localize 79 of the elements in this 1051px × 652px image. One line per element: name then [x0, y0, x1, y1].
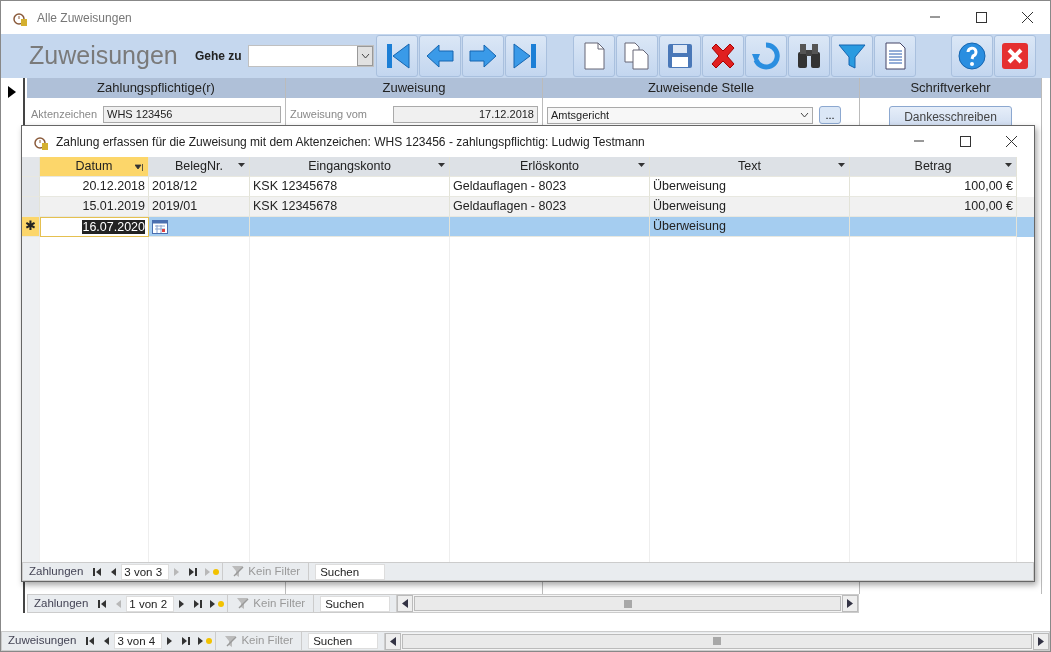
help-button[interactable]: [951, 35, 993, 77]
save-button[interactable]: [659, 35, 701, 77]
navigation-label: Zahlungen: [28, 563, 85, 579]
record-number-field[interactable]: 1 von 2: [126, 595, 175, 612]
window-title: Alle Zuweisungen: [37, 9, 132, 27]
section-header: Zahlungspflichtige(r): [27, 78, 285, 98]
scroll-left-button[interactable]: [397, 595, 414, 612]
form-title: Zuweisungen: [29, 40, 179, 72]
new-record-icon: [197, 636, 213, 646]
skip-last-icon: [188, 566, 199, 577]
column-header[interactable]: Erlöskonto: [450, 157, 650, 177]
section-header: Schriftverkehr: [860, 78, 1041, 98]
column-header[interactable]: Betrag: [850, 157, 1017, 177]
column-header[interactable]: BelegNr.: [149, 157, 250, 177]
text-field[interactable]: 17.12.2018: [393, 106, 538, 123]
help-icon: [956, 40, 988, 72]
horizontal-scrollbar[interactable]: [384, 632, 1049, 650]
triangle-left-icon: [390, 636, 397, 646]
delete-button[interactable]: [702, 35, 744, 77]
skip-first-icon: [97, 598, 108, 609]
letter-button[interactable]: Dankesschreiben: [889, 106, 1012, 128]
column-header[interactable]: Datum: [40, 157, 149, 177]
chevron-down-icon: [800, 112, 809, 118]
combobox-value: Amtsgericht: [551, 107, 610, 123]
filter-icon: [231, 565, 246, 578]
new-record-icon: [209, 598, 225, 609]
search-field[interactable]: Suchen: [315, 563, 386, 580]
scroll-left-button[interactable]: [385, 632, 402, 650]
close-icon: [1020, 11, 1034, 24]
record-number-field[interactable]: 3 von 3: [121, 563, 170, 580]
new-record-icon: [204, 566, 220, 577]
section-header: Zuweisende Stelle: [543, 78, 859, 98]
record-number-field[interactable]: 3 von 4: [114, 633, 163, 649]
close-form-button[interactable]: [994, 35, 1036, 77]
calendar-icon[interactable]: [152, 219, 168, 234]
search-field[interactable]: Suchen: [320, 595, 391, 612]
section-header: Zuweisung: [286, 78, 542, 98]
scroll-right-button[interactable]: [842, 595, 858, 612]
navigation-label: Zuweisungen: [7, 633, 78, 649]
skip-last-icon: [193, 598, 204, 609]
scroll-thumb[interactable]: [414, 596, 841, 611]
triangle-left-icon: [402, 599, 409, 608]
column-header[interactable]: Text: [650, 157, 850, 177]
close-icon: [1004, 135, 1018, 148]
skip-first-icon: [85, 636, 96, 646]
row-selector[interactable]: ✱: [22, 217, 40, 237]
grip-icon: [623, 599, 632, 608]
filter-icon: [236, 597, 251, 610]
navigation-label: Zahlungen: [33, 595, 90, 611]
table-cell: Überweisung: [650, 217, 850, 237]
filter-icon: [224, 634, 239, 648]
triangle-right-icon: [1038, 636, 1044, 646]
column-header[interactable]: Eingangskonto: [250, 157, 450, 177]
combobox[interactable]: Amtsgericht: [547, 106, 813, 124]
maximize-icon: [958, 135, 972, 148]
chevron-down-icon: [360, 53, 370, 59]
more-button[interactable]: ...: [819, 106, 841, 124]
date-input-field[interactable]: 16.07.2020: [40, 217, 149, 237]
dialog-title: Zahlung erfassen für die Zuweisung mit dem Aktenzeichen: WHS 123456 - zahlungspflichtig: Ludwig Testmann: [56, 133, 645, 151]
skip-last-icon: [181, 636, 192, 646]
maximize-icon: [974, 11, 988, 24]
grip-icon: [713, 637, 722, 645]
close-icon: [999, 40, 1031, 72]
refresh-icon: [750, 40, 782, 72]
goto-label: Gehe zu: [195, 48, 243, 65]
report-button[interactable]: [874, 35, 916, 77]
triangle-right-icon: [847, 599, 853, 608]
scroll-right-button[interactable]: [1033, 632, 1049, 650]
copy-record-button[interactable]: [616, 35, 658, 77]
record-pointer-icon: [8, 86, 16, 98]
text-field[interactable]: WHS 123456: [103, 106, 281, 123]
scroll-thumb[interactable]: [402, 633, 1032, 649]
find-button[interactable]: [788, 35, 830, 77]
skip-first-icon: [92, 566, 103, 577]
search-field[interactable]: Suchen: [308, 633, 379, 649]
goto-combobox[interactable]: [248, 45, 374, 67]
horizontal-scrollbar[interactable]: [396, 595, 858, 612]
field-label: Zuweisung vom: [290, 107, 368, 123]
field-label: Aktenzeichen: [31, 107, 98, 123]
